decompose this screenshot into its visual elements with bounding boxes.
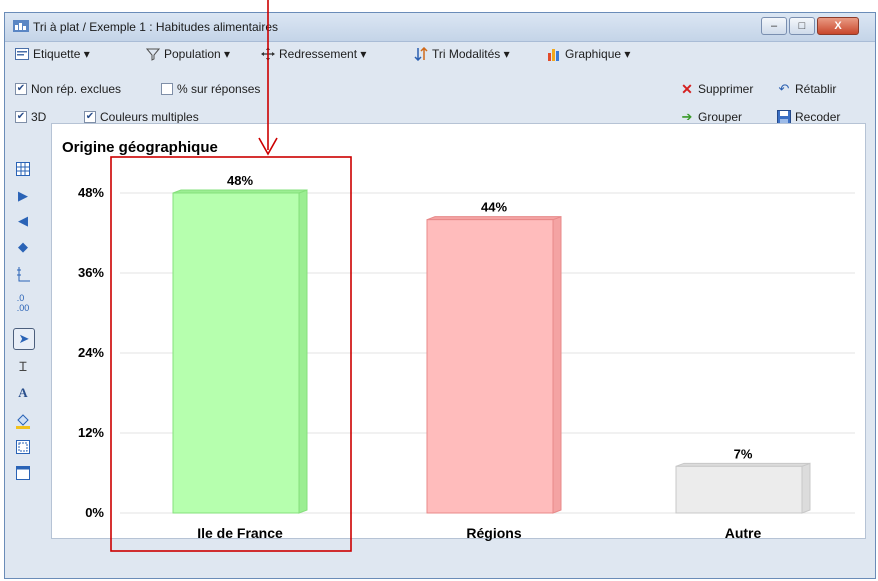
- annotation-box: [110, 156, 352, 552]
- highlight-annotation: [110, 0, 352, 552]
